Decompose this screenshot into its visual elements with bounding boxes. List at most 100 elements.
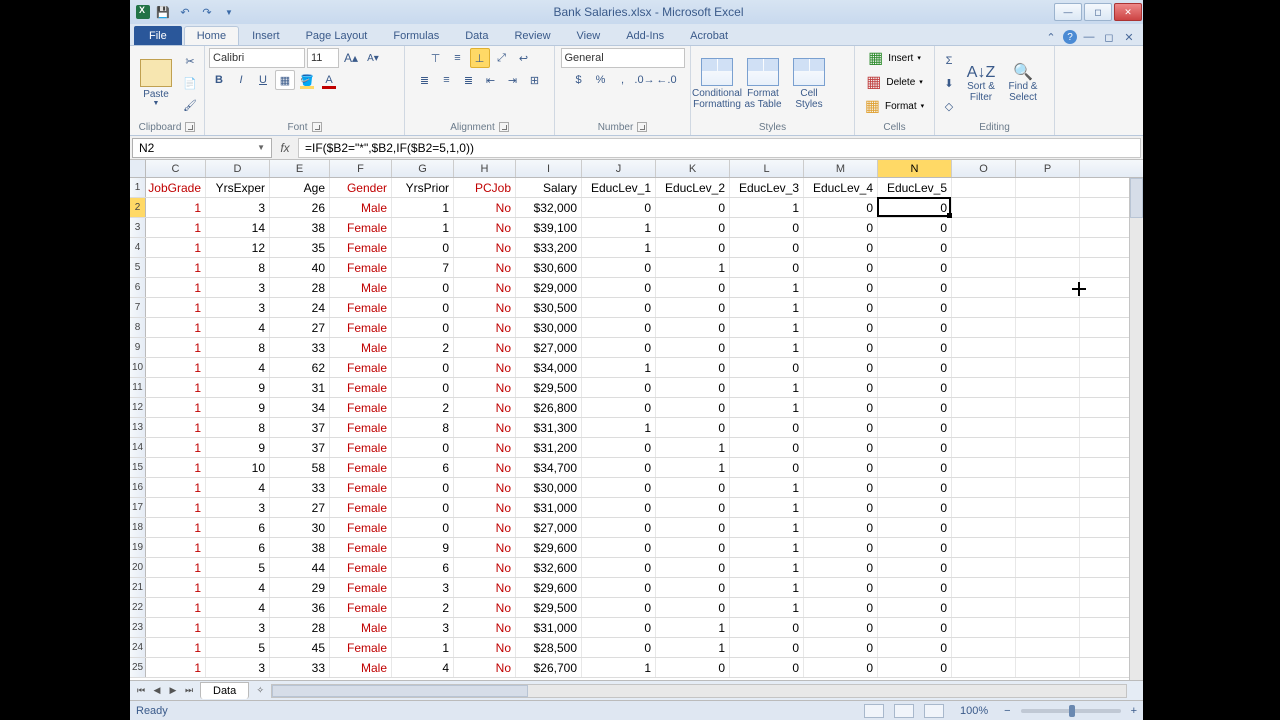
cell-H25[interactable]: No (454, 658, 516, 677)
cell-G22[interactable]: 2 (392, 598, 454, 617)
sheet-nav-next-icon[interactable]: ▶ (166, 684, 180, 698)
cell-H16[interactable]: No (454, 478, 516, 497)
cell-C5[interactable]: 1 (146, 258, 206, 277)
cell-O23[interactable] (952, 618, 1016, 637)
cell-M14[interactable]: 0 (804, 438, 878, 457)
cell-D19[interactable]: 6 (206, 538, 270, 557)
cell-M15[interactable]: 0 (804, 458, 878, 477)
cell-C8[interactable]: 1 (146, 318, 206, 337)
cell-H5[interactable]: No (454, 258, 516, 277)
cell-P14[interactable] (1016, 438, 1080, 457)
cell-L20[interactable]: 1 (730, 558, 804, 577)
cell-N3[interactable]: 0 (878, 218, 952, 237)
cell-J3[interactable]: 1 (582, 218, 656, 237)
cell-G14[interactable]: 0 (392, 438, 454, 457)
cell-N9[interactable]: 0 (878, 338, 952, 357)
cell-F7[interactable]: Female (330, 298, 392, 317)
cell-O3[interactable] (952, 218, 1016, 237)
column-header-C[interactable]: C (146, 160, 206, 177)
cell-F6[interactable]: Male (330, 278, 392, 297)
cell-D17[interactable]: 3 (206, 498, 270, 517)
cell-D6[interactable]: 3 (206, 278, 270, 297)
cell-G16[interactable]: 0 (392, 478, 454, 497)
cell-H8[interactable]: No (454, 318, 516, 337)
cell-G2[interactable]: 1 (392, 198, 454, 217)
align-top-icon[interactable]: ⊤ (426, 48, 446, 68)
cell-F20[interactable]: Female (330, 558, 392, 577)
cell-H23[interactable]: No (454, 618, 516, 637)
cell-L15[interactable]: 0 (730, 458, 804, 477)
cell-M9[interactable]: 0 (804, 338, 878, 357)
cell-F24[interactable]: Female (330, 638, 392, 657)
cell-K11[interactable]: 0 (656, 378, 730, 397)
cell-O2[interactable] (952, 198, 1016, 217)
cell-L25[interactable]: 0 (730, 658, 804, 677)
alignment-launcher-icon[interactable] (499, 122, 509, 132)
cell-H17[interactable]: No (454, 498, 516, 517)
header-cell-I[interactable]: Salary (516, 178, 582, 197)
cell-N22[interactable]: 0 (878, 598, 952, 617)
cell-E2[interactable]: 26 (270, 198, 330, 217)
cell-O8[interactable] (952, 318, 1016, 337)
cell-K4[interactable]: 0 (656, 238, 730, 257)
cell-H22[interactable]: No (454, 598, 516, 617)
cell-D15[interactable]: 10 (206, 458, 270, 477)
close-button[interactable]: ✕ (1114, 3, 1142, 21)
cell-I2[interactable]: $32,000 (516, 198, 582, 217)
vertical-scrollbar[interactable] (1129, 178, 1143, 680)
cell-E23[interactable]: 28 (270, 618, 330, 637)
cell-I8[interactable]: $30,000 (516, 318, 582, 337)
cell-M5[interactable]: 0 (804, 258, 878, 277)
cell-E12[interactable]: 34 (270, 398, 330, 417)
bold-button[interactable]: B (209, 70, 229, 90)
header-cell-K[interactable]: EducLev_2 (656, 178, 730, 197)
cell-K14[interactable]: 1 (656, 438, 730, 457)
cell-G19[interactable]: 9 (392, 538, 454, 557)
increase-decimal-icon[interactable]: .0→ (635, 70, 655, 90)
header-cell-F[interactable]: Gender (330, 178, 392, 197)
cell-F19[interactable]: Female (330, 538, 392, 557)
cell-G7[interactable]: 0 (392, 298, 454, 317)
row-header-20[interactable]: 20 (130, 558, 146, 577)
cell-E11[interactable]: 31 (270, 378, 330, 397)
copy-icon[interactable]: 📄 (180, 74, 200, 94)
row-header-11[interactable]: 11 (130, 378, 146, 397)
cell-K3[interactable]: 0 (656, 218, 730, 237)
name-box[interactable]: N2▼ (132, 138, 272, 158)
cell-C12[interactable]: 1 (146, 398, 206, 417)
cell-F10[interactable]: Female (330, 358, 392, 377)
row-header-16[interactable]: 16 (130, 478, 146, 497)
cell-I15[interactable]: $34,700 (516, 458, 582, 477)
column-headers[interactable]: CDEFGHIJKLMNOP (130, 160, 1143, 178)
cell-M18[interactable]: 0 (804, 518, 878, 537)
cell-G25[interactable]: 4 (392, 658, 454, 677)
cell-G24[interactable]: 1 (392, 638, 454, 657)
cell-F17[interactable]: Female (330, 498, 392, 517)
cell-O20[interactable] (952, 558, 1016, 577)
header-cell-E[interactable]: Age (270, 178, 330, 197)
select-all-corner[interactable] (130, 160, 146, 177)
cell-E14[interactable]: 37 (270, 438, 330, 457)
fill-icon[interactable]: ⬇ (939, 74, 959, 94)
autosum-icon[interactable]: Σ (939, 51, 959, 71)
workbook-restore-icon[interactable]: ◻ (1101, 29, 1117, 45)
minimize-ribbon-icon[interactable]: ⌃ (1043, 29, 1059, 45)
cell-M22[interactable]: 0 (804, 598, 878, 617)
cell-F8[interactable]: Female (330, 318, 392, 337)
cell-D20[interactable]: 5 (206, 558, 270, 577)
cell-J8[interactable]: 0 (582, 318, 656, 337)
cell-L7[interactable]: 1 (730, 298, 804, 317)
new-sheet-icon[interactable]: ✧ (253, 684, 267, 698)
row-header-12[interactable]: 12 (130, 398, 146, 417)
cell-L18[interactable]: 1 (730, 518, 804, 537)
cell-P13[interactable] (1016, 418, 1080, 437)
cell-D21[interactable]: 4 (206, 578, 270, 597)
cell-J15[interactable]: 0 (582, 458, 656, 477)
zoom-slider[interactable] (1021, 709, 1121, 713)
cell-D25[interactable]: 3 (206, 658, 270, 677)
sheet-nav-prev-icon[interactable]: ◀ (150, 684, 164, 698)
column-header-P[interactable]: P (1016, 160, 1080, 177)
cell-P12[interactable] (1016, 398, 1080, 417)
cell-F21[interactable]: Female (330, 578, 392, 597)
cell-I25[interactable]: $26,700 (516, 658, 582, 677)
